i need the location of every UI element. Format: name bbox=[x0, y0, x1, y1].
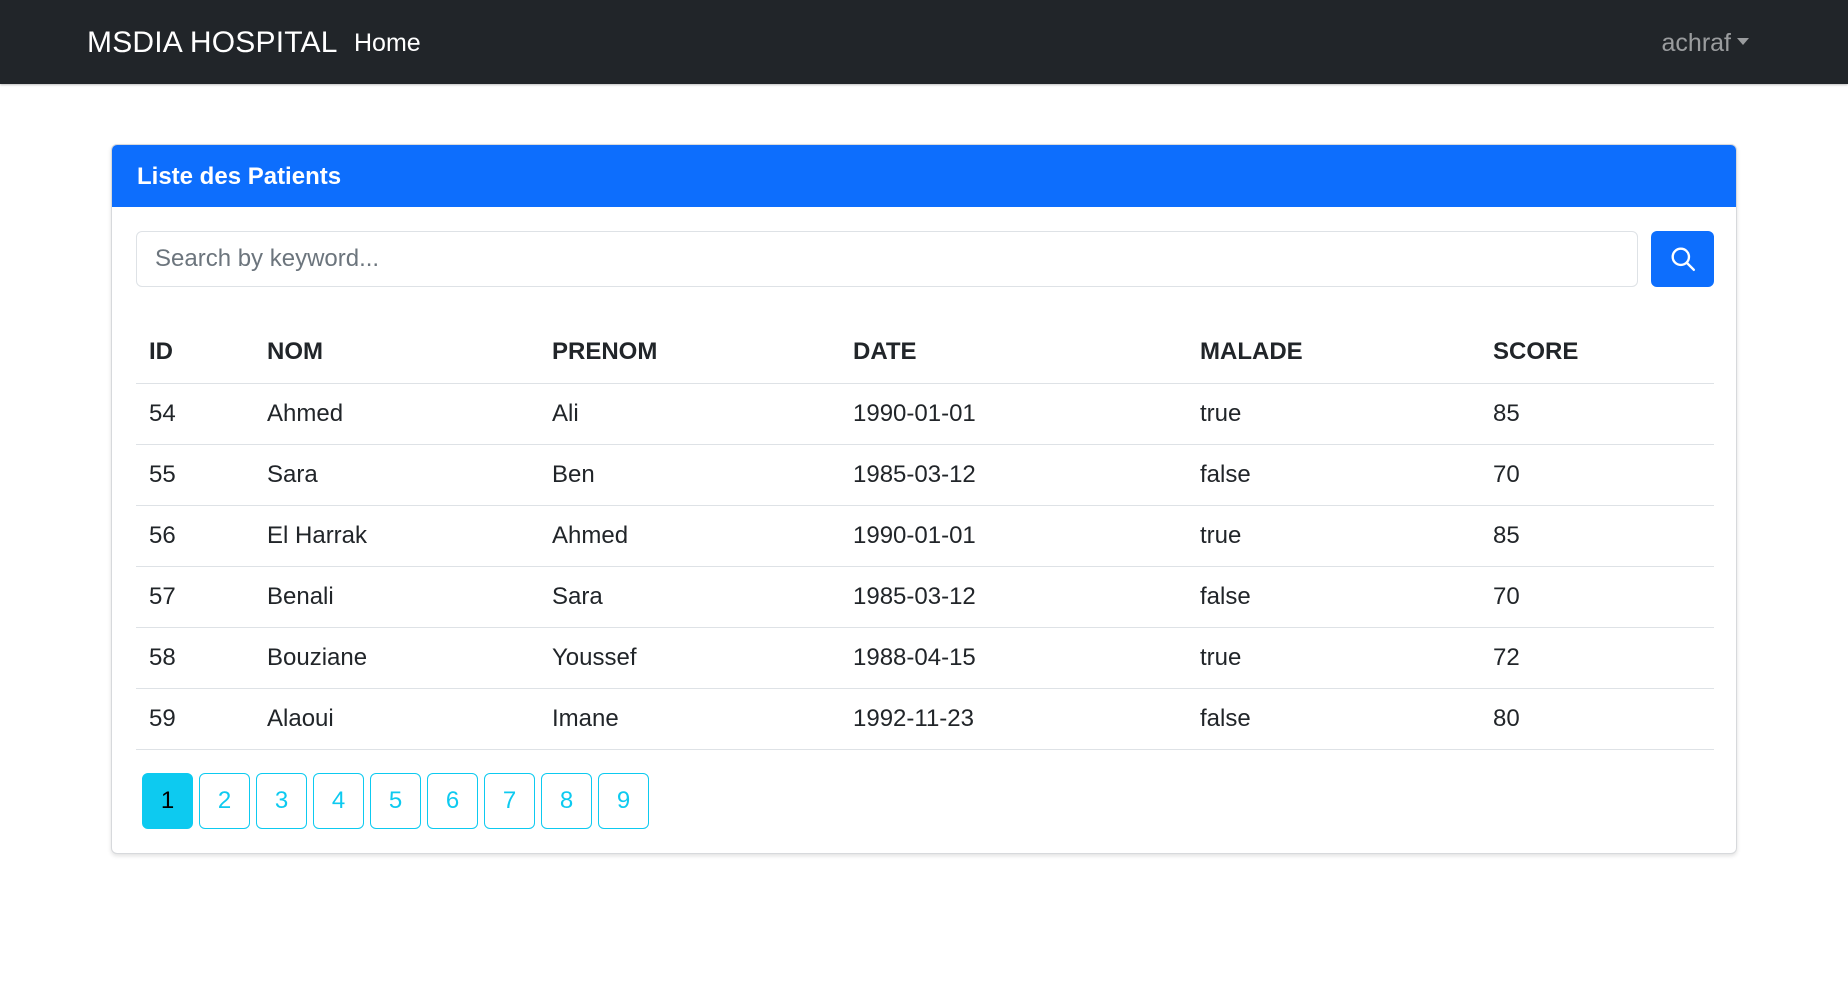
cell-id: 57 bbox=[136, 566, 254, 628]
cell-date: 1992-11-23 bbox=[840, 688, 1187, 750]
patients-table: ID NOM PRENOM DATE MALADE SCORE 54 Ahmed… bbox=[136, 322, 1714, 750]
cell-score: 70 bbox=[1480, 444, 1714, 506]
page-button-7[interactable]: 7 bbox=[484, 773, 535, 829]
cell-score: 85 bbox=[1480, 505, 1714, 567]
page-button-8[interactable]: 8 bbox=[541, 773, 592, 829]
header-prenom: PRENOM bbox=[539, 322, 840, 384]
header-score: SCORE bbox=[1480, 322, 1714, 384]
header-id: ID bbox=[136, 322, 254, 384]
cell-nom: Benali bbox=[254, 566, 539, 628]
page-button-1[interactable]: 1 bbox=[142, 773, 193, 829]
table-row: 58 Bouziane Youssef 1988-04-15 true 72 bbox=[136, 627, 1714, 689]
page-button-6[interactable]: 6 bbox=[427, 773, 478, 829]
cell-id: 58 bbox=[136, 627, 254, 689]
cell-nom: Sara bbox=[254, 444, 539, 506]
card-title: Liste des Patients bbox=[112, 145, 1736, 207]
patients-card: Liste des Patients ID NOM PRENOM DATE MA… bbox=[111, 144, 1737, 854]
page-button-9[interactable]: 9 bbox=[598, 773, 649, 829]
cell-date: 1988-04-15 bbox=[840, 627, 1187, 689]
nav-home-link[interactable]: Home bbox=[354, 29, 421, 58]
cell-prenom: Ali bbox=[539, 383, 840, 445]
search-button[interactable] bbox=[1651, 231, 1714, 287]
cell-date: 1990-01-01 bbox=[840, 505, 1187, 567]
cell-score: 72 bbox=[1480, 627, 1714, 689]
header-nom: NOM bbox=[254, 322, 539, 384]
page-button-4[interactable]: 4 bbox=[313, 773, 364, 829]
cell-nom: Bouziane bbox=[254, 627, 539, 689]
cell-malade: false bbox=[1187, 566, 1480, 628]
table-row: 56 El Harrak Ahmed 1990-01-01 true 85 bbox=[136, 505, 1714, 567]
caret-down-icon bbox=[1737, 38, 1749, 45]
search-form bbox=[136, 231, 1714, 287]
search-input[interactable] bbox=[136, 231, 1638, 287]
cell-malade: true bbox=[1187, 505, 1480, 567]
cell-id: 56 bbox=[136, 505, 254, 567]
cell-malade: false bbox=[1187, 688, 1480, 750]
cell-prenom: Imane bbox=[539, 688, 840, 750]
cell-nom: Alaoui bbox=[254, 688, 539, 750]
cell-date: 1985-03-12 bbox=[840, 566, 1187, 628]
cell-score: 80 bbox=[1480, 688, 1714, 750]
cell-prenom: Ahmed bbox=[539, 505, 840, 567]
cell-malade: true bbox=[1187, 383, 1480, 445]
cell-date: 1985-03-12 bbox=[840, 444, 1187, 506]
table-header-row: ID NOM PRENOM DATE MALADE SCORE bbox=[136, 322, 1714, 384]
cell-date: 1990-01-01 bbox=[840, 383, 1187, 445]
cell-score: 70 bbox=[1480, 566, 1714, 628]
pagination: 1 2 3 4 5 6 7 8 9 bbox=[142, 773, 649, 829]
cell-score: 85 bbox=[1480, 383, 1714, 445]
header-malade: MALADE bbox=[1187, 322, 1480, 384]
page-button-3[interactable]: 3 bbox=[256, 773, 307, 829]
cell-malade: false bbox=[1187, 444, 1480, 506]
page-button-5[interactable]: 5 bbox=[370, 773, 421, 829]
table-row: 59 Alaoui Imane 1992-11-23 false 80 bbox=[136, 688, 1714, 750]
user-name: achraf bbox=[1661, 29, 1731, 57]
cell-id: 54 bbox=[136, 383, 254, 445]
table-row: 54 Ahmed Ali 1990-01-01 true 85 bbox=[136, 383, 1714, 445]
cell-prenom: Youssef bbox=[539, 627, 840, 689]
navbar: MSDIA HOSPITAL Home achraf bbox=[0, 0, 1848, 84]
cell-nom: Ahmed bbox=[254, 383, 539, 445]
table-row: 57 Benali Sara 1985-03-12 false 70 bbox=[136, 566, 1714, 628]
cell-id: 55 bbox=[136, 444, 254, 506]
cell-prenom: Ben bbox=[539, 444, 840, 506]
table-row: 55 Sara Ben 1985-03-12 false 70 bbox=[136, 444, 1714, 506]
search-icon bbox=[1670, 246, 1696, 272]
user-dropdown-toggle[interactable]: achraf bbox=[1662, 29, 1749, 58]
header-date: DATE bbox=[840, 322, 1187, 384]
cell-malade: true bbox=[1187, 627, 1480, 689]
cell-nom: El Harrak bbox=[254, 505, 539, 567]
page-button-2[interactable]: 2 bbox=[199, 773, 250, 829]
cell-id: 59 bbox=[136, 688, 254, 750]
brand-link[interactable]: MSDIA HOSPITAL bbox=[87, 26, 338, 60]
cell-prenom: Sara bbox=[539, 566, 840, 628]
